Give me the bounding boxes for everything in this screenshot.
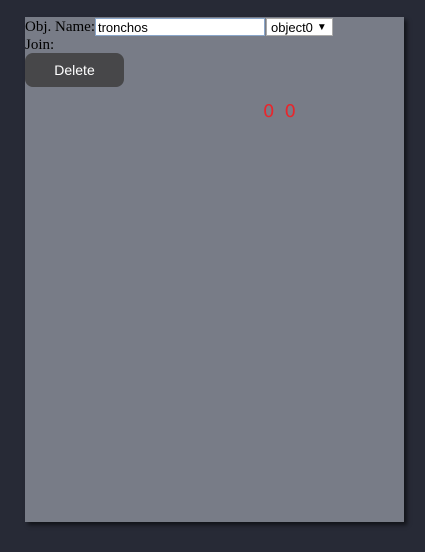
readout-y: 0 (284, 101, 297, 122)
name-input[interactable] (94, 18, 265, 36)
name-row: Obj. Name: object0 ▼ (25, 17, 333, 37)
name-label: Obj. Name: (25, 18, 95, 35)
editor-panel: Obj. Name: object0 ▼ Join: Delete 0 0 (25, 17, 404, 522)
coordinate-readout: 0 0 (263, 101, 297, 122)
object-select[interactable]: object0 ▼ (265, 18, 333, 36)
readout-x: 0 (263, 101, 276, 122)
delete-button[interactable]: Delete (25, 53, 124, 87)
join-row: Join: (25, 36, 54, 54)
join-label: Join: (25, 37, 55, 53)
object-select-value: object0 (270, 19, 313, 35)
dropdown-arrow-icon: ▼ (316, 21, 327, 33)
